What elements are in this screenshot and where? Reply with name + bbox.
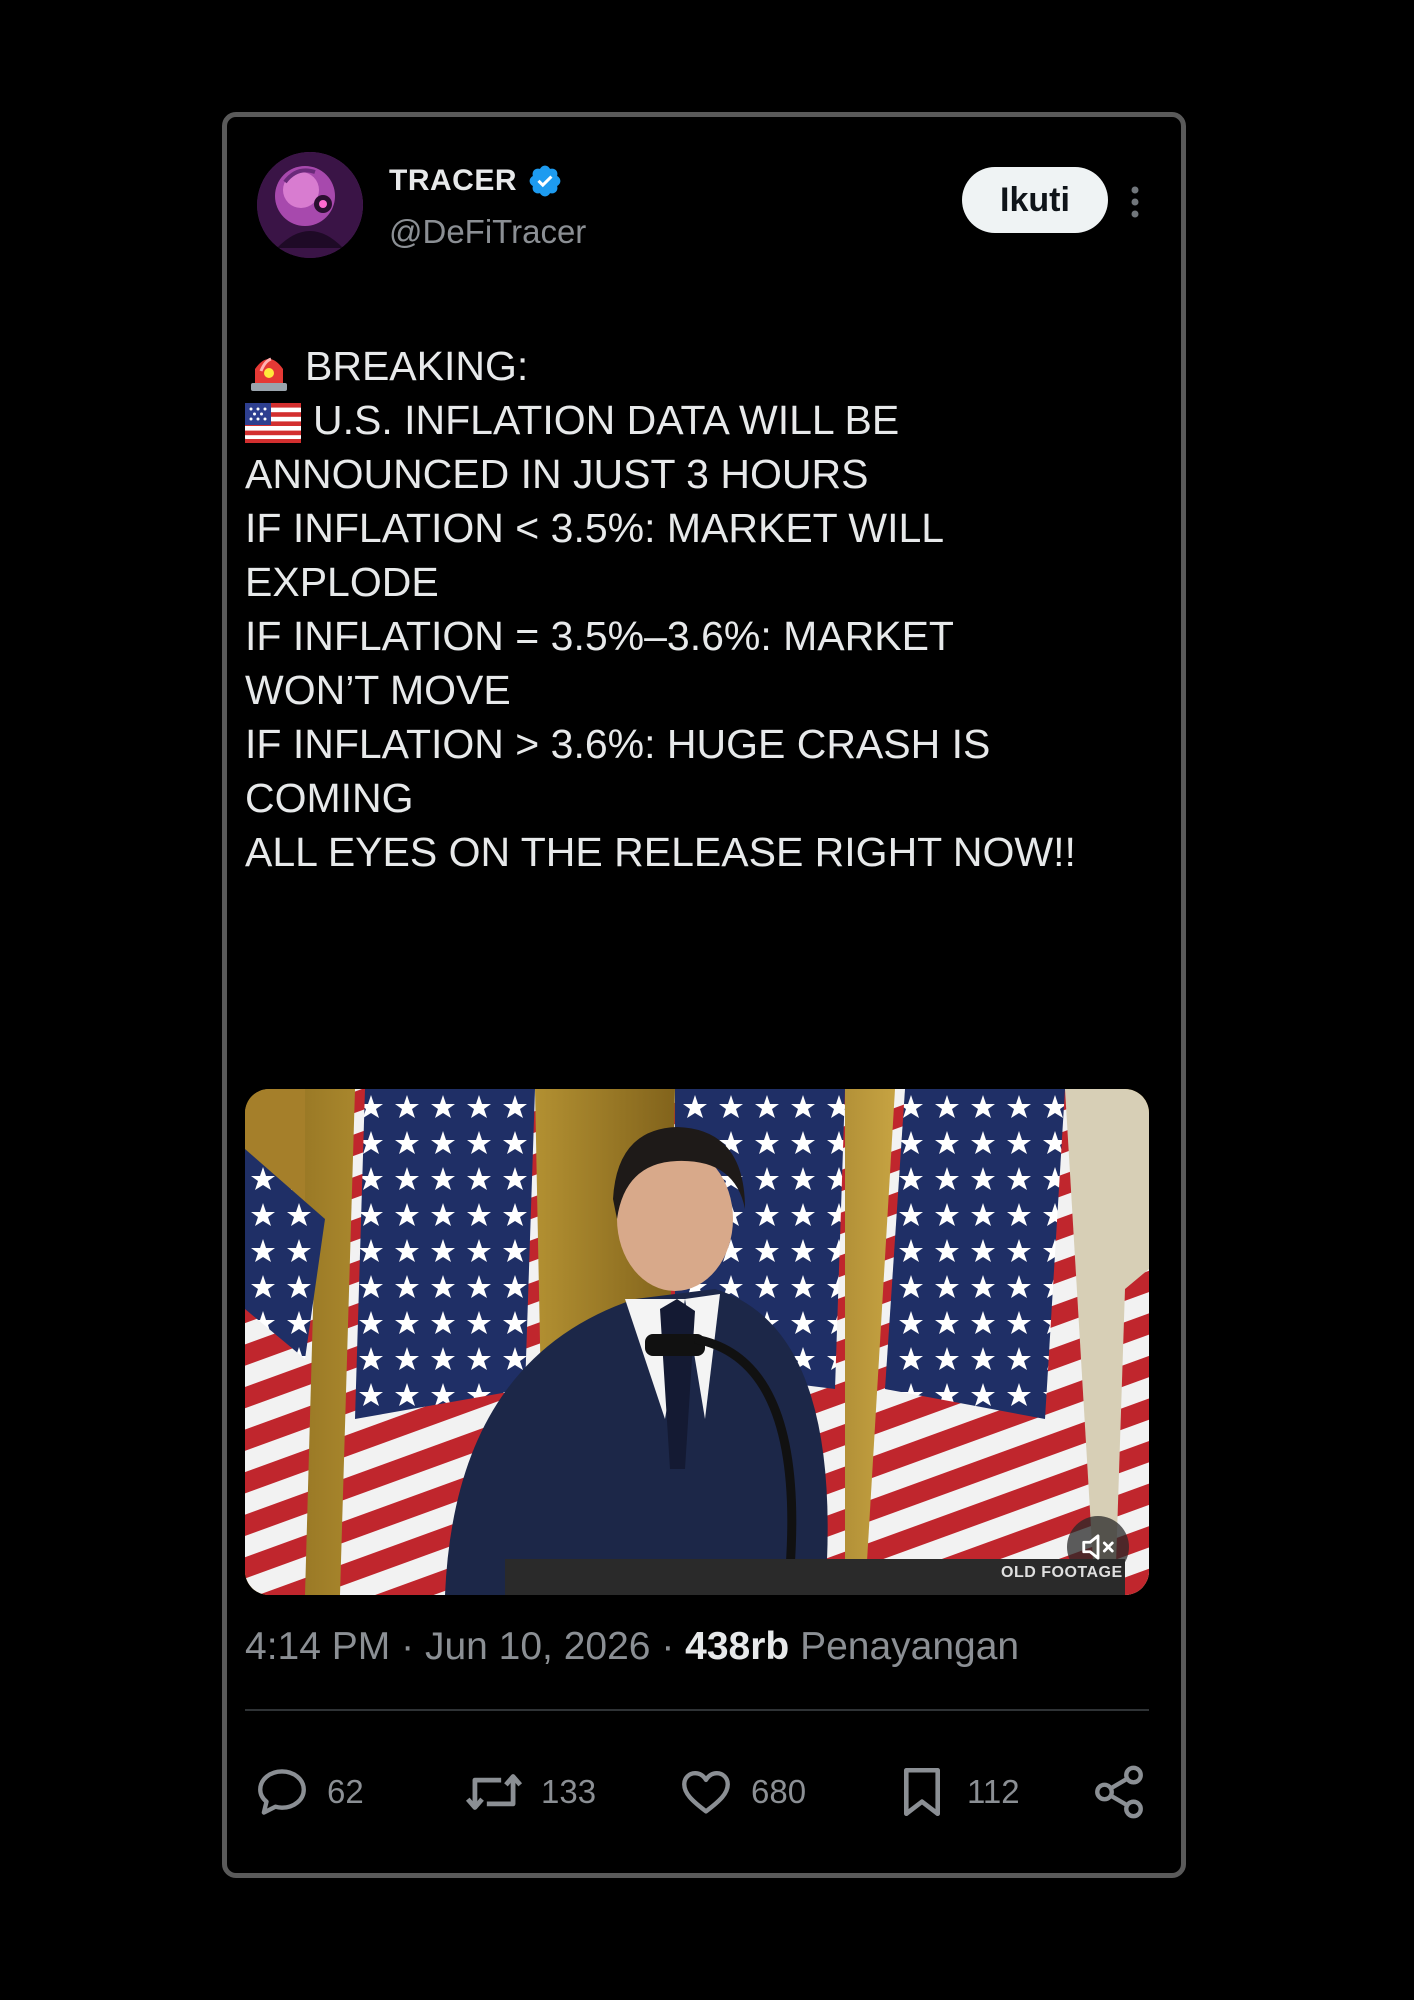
us-flag-icon [245, 403, 301, 444]
post-line: IF INFLATION = 3.5%–3.6%: MARKET [245, 613, 954, 659]
author-name[interactable]: TRACER [389, 164, 517, 198]
divider [245, 1709, 1149, 1711]
post-time[interactable]: 4:14 PM [245, 1625, 390, 1668]
meta-separator: · [401, 1625, 415, 1668]
post-line: ANNOUNCED IN JUST 3 HOURS [245, 451, 869, 497]
share-icon [1095, 1765, 1143, 1819]
repost-count: 133 [541, 1773, 597, 1810]
meta-separator: · [661, 1625, 675, 1668]
siren-icon [251, 357, 287, 392]
post-line: BREAKING: [245, 339, 1145, 393]
post-text: BREAKING: U.S. INFLATION DATA WILL BE AN… [245, 339, 1145, 879]
repost-icon [465, 1774, 523, 1810]
reply-button[interactable]: 62 [253, 1757, 364, 1827]
mute-icon [1082, 1534, 1114, 1560]
author-name-row[interactable]: TRACER [389, 163, 563, 199]
post-line: EXPLODE [245, 559, 439, 605]
post-line: U.S. INFLATION DATA WILL BE [245, 393, 1145, 447]
video-watermark: OLD FOOTAGE [1001, 1564, 1123, 1581]
post-date[interactable]: Jun 10, 2026 [425, 1625, 651, 1668]
post-line-text: BREAKING: [305, 343, 529, 389]
reply-count: 62 [327, 1773, 364, 1810]
like-button[interactable]: 680 [677, 1757, 806, 1827]
avatar[interactable] [257, 152, 363, 258]
like-count: 680 [751, 1773, 807, 1810]
post-line: IF INFLATION < 3.5%: MARKET WILL [245, 505, 945, 551]
reply-icon [258, 1769, 306, 1815]
more-icon[interactable] [1125, 182, 1145, 222]
post-meta: 4:14 PM · Jun 10, 2026 · 438rb Penayanga… [245, 1625, 1019, 1669]
post-line-text: U.S. INFLATION DATA WILL BE [313, 397, 900, 443]
post-line: COMING [245, 775, 414, 821]
author-handle[interactable]: @DeFiTracer [389, 213, 586, 251]
like-icon [682, 1770, 730, 1814]
video-player[interactable]: OLD FOOTAGE [245, 1089, 1149, 1595]
bookmark-icon [903, 1767, 941, 1817]
follow-button[interactable]: Ikuti [962, 167, 1108, 233]
share-button[interactable] [1090, 1757, 1148, 1827]
post-line: IF INFLATION > 3.6%: HUGE CRASH IS [245, 721, 991, 767]
video-frame [245, 1089, 1149, 1595]
bookmark-count: 112 [967, 1773, 1020, 1810]
tweet-card: TRACER @DeFiTracer Ikuti BREAKING: U.S. … [222, 112, 1186, 1878]
views-count: 438rb [685, 1625, 790, 1668]
views-label: Penayangan [800, 1625, 1020, 1668]
action-bar: 62 133 680 112 [245, 1757, 1149, 1827]
post-line: WON’T MOVE [245, 667, 511, 713]
verified-badge-icon [529, 165, 561, 197]
post-line: ALL EYES ON THE RELEASE RIGHT NOW!! [245, 829, 1076, 875]
repost-button[interactable]: 133 [463, 1757, 596, 1827]
bookmark-button[interactable]: 112 [893, 1757, 1020, 1827]
